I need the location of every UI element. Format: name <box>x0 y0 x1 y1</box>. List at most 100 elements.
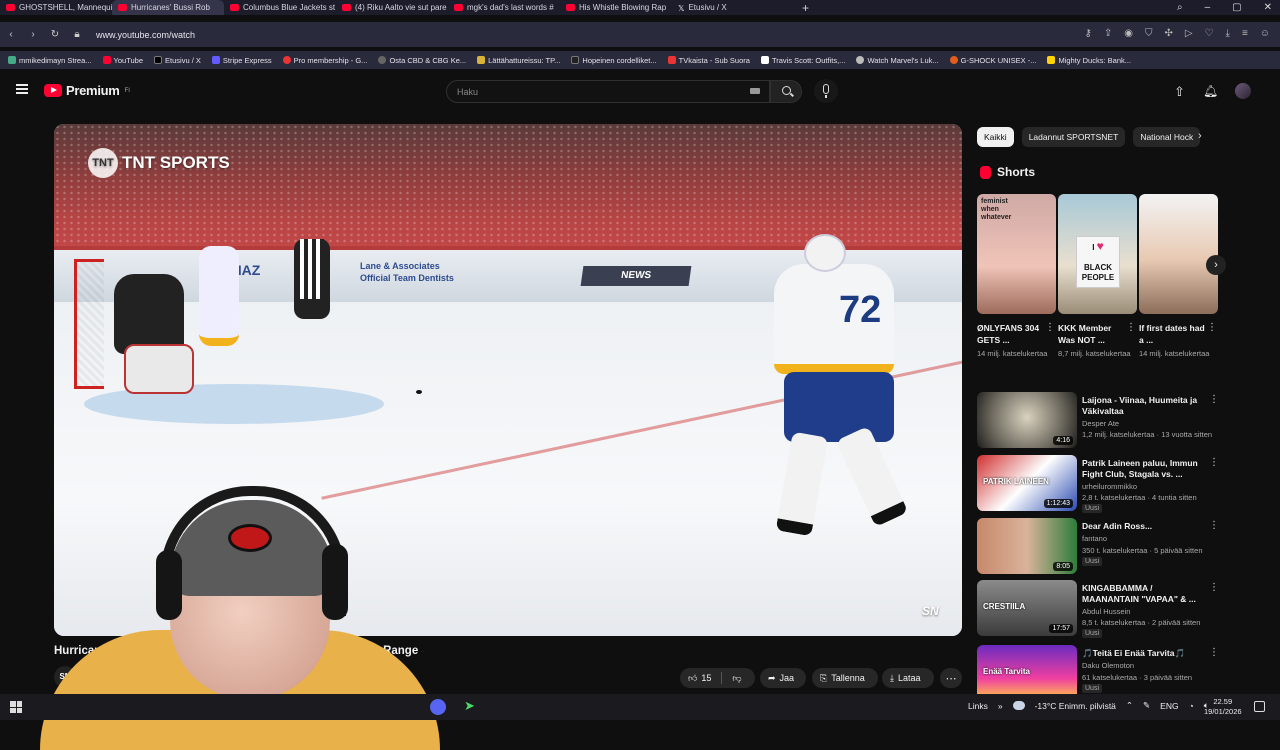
browser-tab[interactable]: Columbus Blue Jackets st <box>224 0 336 15</box>
like-count[interactable]: 15 <box>701 673 711 683</box>
more-vert-icon[interactable]: ⋮ <box>1207 322 1217 333</box>
more-vert-icon[interactable]: ⋮ <box>1209 394 1219 405</box>
play-icon[interactable]: ▷ <box>1185 28 1193 39</box>
bell-icon[interactable]: 🔔︎ <box>1203 84 1218 98</box>
browser-tab[interactable]: GHOSTSHELL, Mannequin <box>0 0 112 15</box>
more-vert-icon[interactable]: ⋮ <box>1209 457 1219 468</box>
share-button[interactable]: ➦ Jaa <box>760 668 806 688</box>
recommendation-item[interactable]: 4:16 Laijona - Viinaa, Huumeita ja Väkiv… <box>977 392 1222 450</box>
close-icon[interactable]: ✕ <box>1264 2 1272 13</box>
user-avatar[interactable] <box>1235 83 1251 99</box>
browser-tab[interactable]: mgk's dad's last words # <box>448 0 560 15</box>
watch-icon <box>856 56 865 64</box>
recommendation-item[interactable]: 8:05 Dear Adin Ross... fantano 350 t. ka… <box>977 518 1222 576</box>
bookmark-item[interactable]: YouTube <box>102 56 143 65</box>
more-vert-icon[interactable]: ⋮ <box>1045 322 1055 333</box>
weather-text[interactable]: -13°C Enimm. pilvistä <box>1035 701 1116 711</box>
more-vert-icon[interactable]: ⋮ <box>1126 322 1136 333</box>
broadcaster-logo: TNT TNT SPORTS <box>88 148 230 178</box>
search-tabs-icon[interactable]: ⌕ <box>1177 2 1183 13</box>
chevron-up-icon[interactable]: » <box>998 701 1003 711</box>
forward-icon[interactable]: › <box>22 29 44 40</box>
keyboard-icon[interactable] <box>750 88 760 94</box>
download-button[interactable]: ⤓ Lataa <box>882 668 934 688</box>
notification-icon[interactable] <box>1254 701 1265 712</box>
chip-all[interactable]: Kaikki <box>977 127 1014 147</box>
maximize-icon[interactable]: ▢ <box>1232 2 1241 13</box>
short-thumbnail[interactable]: feminist when whatever <box>977 194 1056 314</box>
short-item[interactable]: If first dates had a ... ⋮ 14 milj. kats… <box>1139 194 1218 358</box>
chevron-right-icon[interactable]: › <box>1198 130 1202 142</box>
language-indicator[interactable]: ENG <box>1160 701 1178 711</box>
address-bar: ‹ › ↻ 🔒︎ www.youtube.com/watch ⚷ ⇪ ◉ ⛉ ✣… <box>0 22 1280 47</box>
youtube-premium-logo[interactable]: Premium FI <box>44 83 130 98</box>
new-tab-button[interactable]: + <box>802 1 809 15</box>
video-thumbnail[interactable]: 8:05 <box>977 518 1077 574</box>
pen-icon[interactable]: ✎ <box>1143 700 1150 711</box>
short-item[interactable]: I ♥ BLACK PEOPLE KKK Member Was NOT ... … <box>1058 194 1137 358</box>
video-thumbnail[interactable]: CRESTIILA 17:57 <box>977 580 1077 636</box>
bookmark-item[interactable]: Mighty Ducks: Bank... <box>1047 56 1131 65</box>
shorts-next-button[interactable]: › <box>1206 255 1226 275</box>
bookmark-item[interactable]: mmikedimayn Strea... <box>8 56 92 65</box>
upload-icon[interactable]: ⇧ <box>1174 84 1186 99</box>
menu-list-icon[interactable]: ≡ <box>1242 28 1248 39</box>
bookmark-item[interactable]: G-SHOCK UNISEX -... <box>949 56 1036 65</box>
more-vert-icon[interactable]: ⋮ <box>1209 582 1219 593</box>
more-actions-button[interactable]: ⋯ <box>940 668 962 688</box>
back-icon[interactable]: ‹ <box>0 29 22 40</box>
bookmark-item[interactable]: Stripe Express <box>211 56 272 65</box>
bookmark-item[interactable]: Etusivu / X <box>154 56 201 65</box>
bookmark-item[interactable]: TVkaista - Sub Suora <box>667 56 750 65</box>
share-icon[interactable]: ⇪ <box>1104 28 1112 39</box>
clock[interactable]: 22.59 19/01/2026 <box>1204 697 1242 717</box>
video-thumbnail[interactable]: PATRIK LAINEEN 1:12:43 <box>977 455 1077 511</box>
shield-icon[interactable]: ⛉ <box>1145 28 1153 39</box>
video-thumbnail[interactable]: 4:16 <box>977 392 1077 448</box>
discord-icon[interactable] <box>430 699 446 715</box>
bookmark-item[interactable]: Hopeinen cordelliket... <box>571 56 657 65</box>
save-button[interactable]: ⎘ Tallenna <box>812 668 878 688</box>
profile-icon[interactable]: ☺ <box>1260 28 1270 39</box>
heart-icon[interactable]: ♡ <box>1205 28 1214 39</box>
chip-nhl[interactable]: National Hock <box>1133 127 1201 147</box>
search-button[interactable] <box>770 80 802 103</box>
links-toolbar[interactable]: Links <box>968 701 988 711</box>
puzzle-icon[interactable]: ✣ <box>1164 28 1172 39</box>
chip-sportsnet[interactable]: Ladannut SPORTSNET <box>1021 127 1126 147</box>
more-vert-icon[interactable]: ⋮ <box>1209 520 1219 531</box>
chevron-up-icon[interactable]: ⌃ <box>1126 700 1133 711</box>
like-icon[interactable]: 👍︎ <box>688 673 697 684</box>
download-icon[interactable]: ⤓ <box>1226 28 1230 39</box>
search-input[interactable]: Haku <box>446 80 770 103</box>
dislike-icon[interactable]: 👎︎ <box>732 673 741 684</box>
short-thumbnail[interactable]: I ♥ BLACK PEOPLE <box>1058 194 1137 314</box>
bookmark-item[interactable]: Lättähattureissu: TP... <box>477 56 560 65</box>
url-field[interactable]: www.youtube.com/watch <box>96 30 195 40</box>
windows-start-icon[interactable] <box>10 701 22 713</box>
bookmark-item[interactable]: Osta CBD & CBG Ke... <box>378 56 466 65</box>
short-thumbnail[interactable] <box>1139 194 1218 314</box>
video-thumbnail[interactable]: Enää Tarvita <box>977 645 1077 701</box>
browser-tab[interactable]: (4) Riku Aalto vie sut pare <box>336 0 448 15</box>
train-icon <box>477 56 486 64</box>
bookmark-item[interactable]: Pro membership - G... <box>282 56 367 65</box>
hamburger-menu-icon[interactable] <box>16 84 28 94</box>
window-controls: ⌕ – ▢ ✕ <box>1177 0 1272 15</box>
voice-search-button[interactable] <box>814 79 838 103</box>
short-item[interactable]: feminist when whatever ØNLYFANS 304 GETS… <box>977 194 1056 358</box>
wifi-icon[interactable]: ◔ <box>1189 701 1194 711</box>
camera-icon[interactable]: ◉ <box>1124 28 1133 39</box>
browser-tab[interactable]: 𝕏 Etusivu / X <box>672 0 784 15</box>
minimize-icon[interactable]: – <box>1205 2 1211 13</box>
more-vert-icon[interactable]: ⋮ <box>1209 647 1219 658</box>
reload-icon[interactable]: ↻ <box>44 29 66 40</box>
bookmark-item[interactable]: Watch Marvel's Luk... <box>856 56 939 65</box>
recommendation-item[interactable]: PATRIK LAINEEN 1:12:43 Patrik Laineen pa… <box>977 455 1222 513</box>
browser-tab-active[interactable]: Hurricanes' Bussi Rob <box>112 0 224 15</box>
key-icon[interactable]: ⚷ <box>1085 28 1092 39</box>
recommendation-item[interactable]: CRESTIILA 17:57 KINGABBAMMA / MAANANTAIN… <box>977 580 1222 638</box>
bookmark-item[interactable]: Travis Scott: Outfits,... <box>760 56 845 65</box>
browser-tab[interactable]: His Whistle Blowing Rap <box>560 0 672 15</box>
app-arrow-icon[interactable]: ➤ <box>464 699 478 713</box>
